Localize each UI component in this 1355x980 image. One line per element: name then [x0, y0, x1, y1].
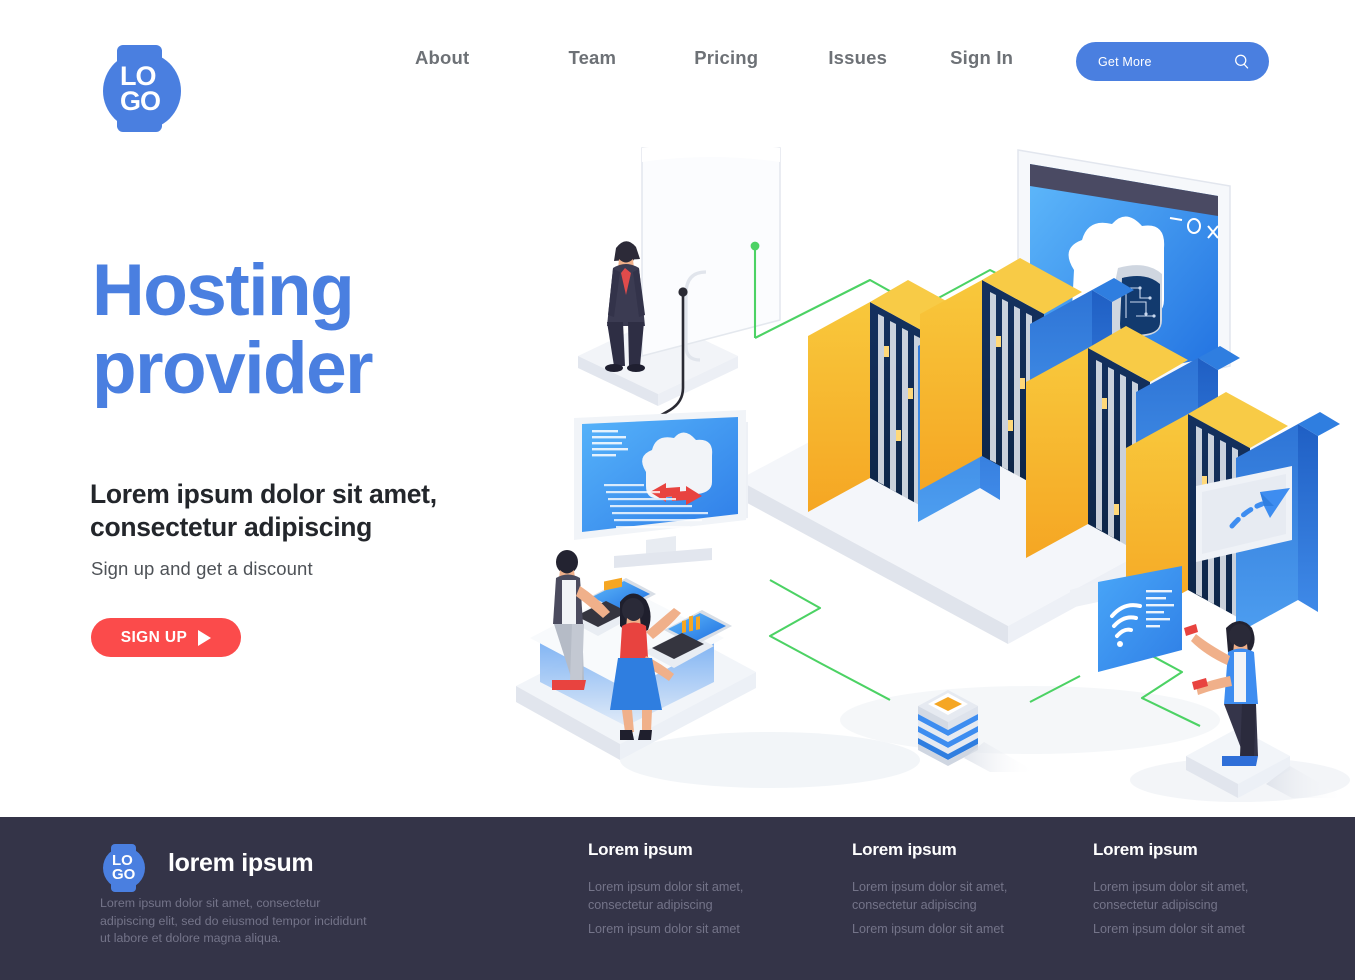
footer-link[interactable]: Lorem ipsum dolor sit amet — [588, 921, 803, 939]
cloud-transfer-screen — [574, 410, 748, 568]
footer-logo[interactable]: LO GO — [100, 843, 148, 892]
hero-title-line1: Hosting — [92, 250, 355, 331]
hero-title: Hosting provider — [92, 252, 522, 408]
footer-link[interactable]: Lorem ipsum dolor sit amet, consectetur … — [852, 879, 1067, 914]
sign-up-button[interactable]: SIGN UP — [91, 618, 241, 657]
search-icon — [1235, 54, 1249, 69]
logo-text-line2: GO — [120, 86, 161, 116]
site-footer: LO GO lorem ipsum Lorem ipsum dolor sit … — [0, 817, 1355, 980]
site-header: LO GO About Team Pricing Issues Sign In … — [0, 0, 1355, 132]
hero-subtitle-line2: consectetur adipiscing — [90, 512, 373, 542]
footer-link[interactable]: Lorem ipsum dolor sit amet — [1093, 921, 1308, 939]
nav-item-about[interactable]: About — [415, 47, 469, 69]
site-logo[interactable]: LO GO — [96, 42, 188, 134]
logo-letters: LO GO — [96, 42, 188, 134]
footer-brand-name: lorem ipsum — [168, 849, 314, 877]
hero-subtitle-line1: Lorem ipsum dolor sit amet, — [90, 479, 437, 509]
sign-up-label: SIGN UP — [120, 628, 188, 646]
logo-mark: LO GO — [96, 42, 188, 134]
get-more-button[interactable]: Get More — [1076, 42, 1269, 81]
cable-endpoint — [678, 287, 688, 297]
footer-description: Lorem ipsum dolor sit amet, consectetur … — [100, 896, 367, 945]
footer-column-title: Lorem ipsum — [588, 840, 693, 859]
footer-link[interactable]: Lorem ipsum dolor sit amet, consectetur … — [1093, 879, 1308, 914]
nav-item-pricing[interactable]: Pricing — [694, 47, 758, 69]
get-more-label: Get More — [1098, 54, 1152, 69]
footer-column-title: Lorem ipsum — [1093, 840, 1198, 859]
footer-link[interactable]: Lorem ipsum dolor sit amet, consectetur … — [588, 879, 803, 914]
hero-illustration — [470, 120, 1350, 810]
hero-subtitle: Lorem ipsum dolor sit amet, consectetur … — [90, 478, 510, 544]
main-navigation: About Team Pricing Issues Sign In — [415, 47, 1013, 69]
footer-logo-letters: LO GO — [100, 843, 148, 891]
nav-item-team[interactable]: Team — [568, 47, 616, 69]
monitor-rear — [641, 143, 781, 362]
footer-column-title: Lorem ipsum — [852, 840, 957, 859]
green-node-top — [750, 241, 760, 251]
footer-link[interactable]: Lorem ipsum dolor sit amet — [852, 921, 1067, 939]
play-triangle-icon — [198, 629, 212, 646]
footer-logo-text-line2: GO — [112, 866, 136, 883]
nav-item-sign-in[interactable]: Sign In — [950, 47, 1013, 69]
hero-note: Sign up and get a discount — [91, 558, 313, 579]
hero-title-line2: provider — [92, 328, 374, 409]
desk-workers-scene — [516, 550, 756, 760]
nav-item-issues[interactable]: Issues — [828, 47, 887, 69]
